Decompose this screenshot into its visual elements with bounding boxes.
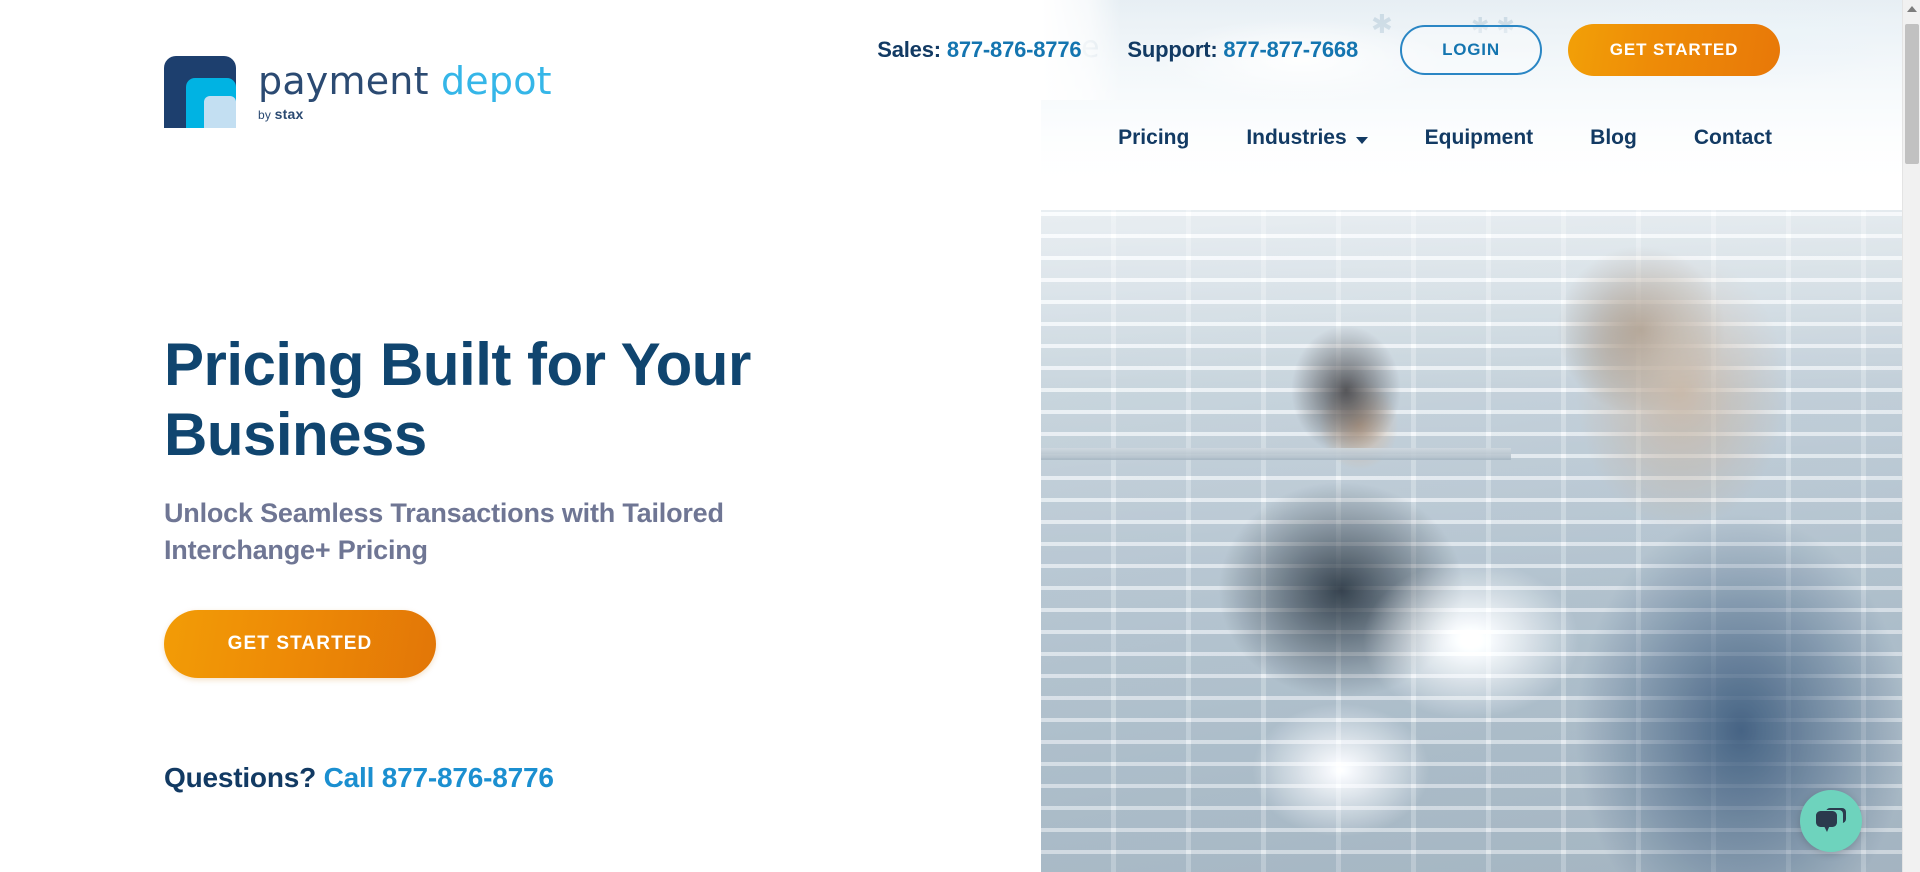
hero-image	[1041, 210, 1902, 872]
chevron-up-icon	[1907, 6, 1917, 12]
nav-item-pricing[interactable]: Pricing	[1118, 126, 1189, 150]
hero-content: Pricing Built for Your Business Unlock S…	[164, 330, 804, 794]
login-button[interactable]: LOGIN	[1400, 25, 1542, 75]
page-title: Pricing Built for Your Business	[164, 331, 751, 468]
main-navigation: Pricing Industries Equipment Blog Contac…	[0, 100, 1902, 176]
nav-label-contact: Contact	[1693, 126, 1772, 149]
nav-label-pricing: Pricing	[1118, 126, 1190, 149]
sales-number[interactable]: 877-876-8776	[947, 37, 1082, 62]
chat-bubble-icon	[1816, 808, 1846, 832]
hero-photo-wash	[1041, 210, 1902, 872]
nav-label-equipment: Equipment	[1424, 126, 1534, 149]
get-started-button-header[interactable]: GET STARTED	[1568, 24, 1780, 76]
sales-phone[interactable]: Sales: 877-876-8776	[877, 37, 1081, 63]
vertical-scrollbar[interactable]	[1902, 0, 1920, 872]
questions-call-link[interactable]: Call 877-876-8776	[324, 762, 554, 793]
questions-line: Questions? Call 877-876-8776	[164, 762, 804, 794]
support-label: Support:	[1127, 37, 1218, 62]
hero-subtitle: Unlock Seamless Transactions with Tailor…	[164, 498, 724, 565]
scroll-up-button[interactable]	[1903, 0, 1920, 18]
nav-item-contact[interactable]: Contact	[1694, 126, 1772, 150]
get-started-button-hero[interactable]: GET STARTED	[164, 610, 436, 679]
page-root: e ✱ ✱ ✱ payment depot by stax Sales	[0, 0, 1920, 872]
support-number[interactable]: 877-877-7668	[1223, 37, 1358, 62]
nav-label-blog: Blog	[1590, 126, 1637, 149]
sales-label: Sales:	[877, 37, 941, 62]
chat-widget-button[interactable]	[1800, 790, 1862, 852]
top-contact-bar: Sales: 877-876-8776 Support: 877-877-766…	[0, 0, 1902, 100]
nav-item-industries[interactable]: Industries	[1246, 126, 1368, 150]
nav-item-blog[interactable]: Blog	[1590, 126, 1637, 150]
nav-label-industries: Industries	[1246, 126, 1347, 149]
chevron-down-icon	[1355, 136, 1368, 144]
questions-label: Questions?	[164, 762, 317, 794]
scrollbar-thumb[interactable]	[1905, 24, 1919, 164]
support-phone[interactable]: Support: 877-877-7668	[1127, 37, 1358, 63]
nav-item-equipment[interactable]: Equipment	[1425, 126, 1534, 150]
